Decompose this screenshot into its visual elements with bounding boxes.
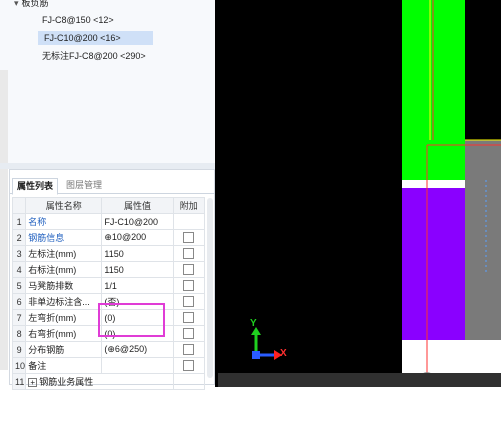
row-name: 马凳筋排数: [25, 277, 103, 294]
tree-group-row[interactable]: ▾ 板负筋: [14, 0, 49, 10]
row-name: 非单边标注含...: [25, 293, 103, 310]
row-value[interactable]: [101, 357, 174, 374]
row-name: 右标注(mm): [25, 261, 103, 278]
checkbox[interactable]: [183, 280, 195, 292]
property-grid: 属性名称 属性值 附加 1 名称 FJ-C10@200 2 钢筋信息 ⊕10@2…: [11, 197, 205, 390]
row-index: 4: [11, 261, 27, 278]
row-value[interactable]: ⊕10@200: [101, 229, 174, 246]
axis-origin: [252, 351, 260, 359]
row-index: 1: [11, 213, 27, 230]
tree-item-unlabeled-fj-c8-200[interactable]: 无标注FJ-C8@200 <290>: [38, 49, 150, 63]
checkbox[interactable]: [183, 312, 195, 324]
row-value[interactable]: (0): [101, 309, 174, 326]
white-bottom-strip: [402, 340, 501, 373]
tree-item-label: FJ-C8@150 <12>: [42, 15, 114, 25]
row-value[interactable]: 1150: [101, 245, 174, 262]
header-extra: 附加: [172, 197, 205, 214]
row-index: 9: [11, 341, 27, 358]
row-extra-empty: [172, 373, 205, 390]
table-row[interactable]: 9 分布钢筋 (⊕6@250): [11, 341, 205, 358]
table-row[interactable]: 8 右弯折(mm) (0): [11, 325, 205, 342]
row-name: 左标注(mm): [25, 245, 103, 262]
table-row[interactable]: 11 + 钢筋业务属性: [11, 373, 205, 390]
header-index: [11, 197, 27, 214]
checkbox[interactable]: [183, 344, 195, 356]
tree-scrollbar[interactable]: [0, 70, 8, 370]
checkbox[interactable]: [183, 232, 195, 244]
table-row[interactable]: 3 左标注(mm) 1150: [11, 245, 205, 262]
drawing-canvas[interactable]: [218, 0, 501, 387]
viewport-bottom-strip: [218, 373, 501, 387]
row-name: 右弯折(mm): [25, 325, 103, 342]
row-value[interactable]: (0): [101, 325, 174, 342]
tab-layer-management[interactable]: 图层管理: [62, 178, 106, 193]
tree-group-label: 板负筋: [21, 0, 49, 8]
row-value[interactable]: FJ-C10@200: [101, 213, 174, 230]
row-index: 10: [11, 357, 27, 374]
row-name: 分布钢筋: [25, 341, 103, 358]
left-panel: ▾ 板负筋 FJ-C8@150 <12> FJ-C10@200 <16> 无标注F…: [0, 0, 216, 425]
row-name: 名称: [25, 213, 103, 230]
table-row[interactable]: 5 马凳筋排数 1/1: [11, 277, 205, 294]
x-axis-label: X: [280, 348, 287, 359]
row-index: 6: [11, 293, 27, 310]
row-name: 备注: [25, 357, 103, 374]
tree-item-fj-c8-150[interactable]: FJ-C8@150 <12>: [38, 13, 118, 27]
white-strip: [402, 180, 465, 188]
row-name: 左弯折(mm): [25, 309, 103, 326]
gray-column-region[interactable]: [465, 140, 501, 373]
header-value: 属性值: [101, 197, 174, 214]
tree-item-label: 无标注FJ-C8@200 <290>: [42, 51, 146, 61]
row-value[interactable]: 1150: [101, 261, 174, 278]
tree-item-label: FJ-C10@200 <16>: [44, 33, 121, 43]
row-value[interactable]: (否): [101, 293, 174, 310]
grid-header-row: 属性名称 属性值 附加: [11, 197, 205, 214]
row-value[interactable]: (⊕6@250): [101, 341, 174, 358]
checkbox[interactable]: [183, 296, 195, 308]
row-index: 7: [11, 309, 27, 326]
table-row[interactable]: 4 右标注(mm) 1150: [11, 261, 205, 278]
table-row[interactable]: 10 备注: [11, 357, 205, 374]
row-index: 8: [11, 325, 27, 342]
table-row[interactable]: 1 名称 FJ-C10@200: [11, 213, 205, 230]
chevron-down-icon[interactable]: ▾: [14, 0, 19, 8]
y-axis-label: Y: [250, 318, 257, 329]
row-index: 5: [11, 277, 27, 294]
row-index: 2: [11, 229, 27, 246]
checkbox[interactable]: [183, 360, 195, 372]
property-panel: 属性列表 图层管理 属性名称 属性值 附加 1 名称 FJ-C10@200 2 …: [9, 169, 216, 390]
table-row[interactable]: 7 左弯折(mm) (0): [11, 309, 205, 326]
header-name: 属性名称: [25, 197, 103, 214]
row-extra-empty: [172, 213, 205, 230]
drawing-viewport[interactable]: Y X: [218, 0, 501, 387]
row-value[interactable]: 1/1: [101, 277, 174, 294]
row-name: 钢筋业务属性: [39, 377, 94, 387]
component-tree: ▾ 板负筋 FJ-C8@150 <12> FJ-C10@200 <16> 无标注F…: [0, 0, 215, 163]
expand-icon[interactable]: +: [28, 378, 38, 387]
table-row[interactable]: 6 非单边标注含... (否): [11, 293, 205, 310]
row-index: 11: [11, 373, 27, 390]
tree-item-fj-c10-200[interactable]: FJ-C10@200 <16>: [38, 31, 153, 45]
row-index: 3: [11, 245, 27, 262]
grid-scrollbar[interactable]: [207, 198, 213, 378]
property-tabs: 属性列表 图层管理: [10, 178, 216, 195]
purple-slab-region[interactable]: [402, 188, 465, 340]
tab-property-list[interactable]: 属性列表: [12, 178, 59, 195]
row-name: 钢筋信息: [25, 229, 103, 246]
checkbox[interactable]: [183, 264, 195, 276]
checkbox[interactable]: [183, 328, 195, 340]
checkbox[interactable]: [183, 248, 195, 260]
row-name-group[interactable]: + 钢筋业务属性: [25, 373, 174, 390]
table-row[interactable]: 2 钢筋信息 ⊕10@200: [11, 229, 205, 246]
